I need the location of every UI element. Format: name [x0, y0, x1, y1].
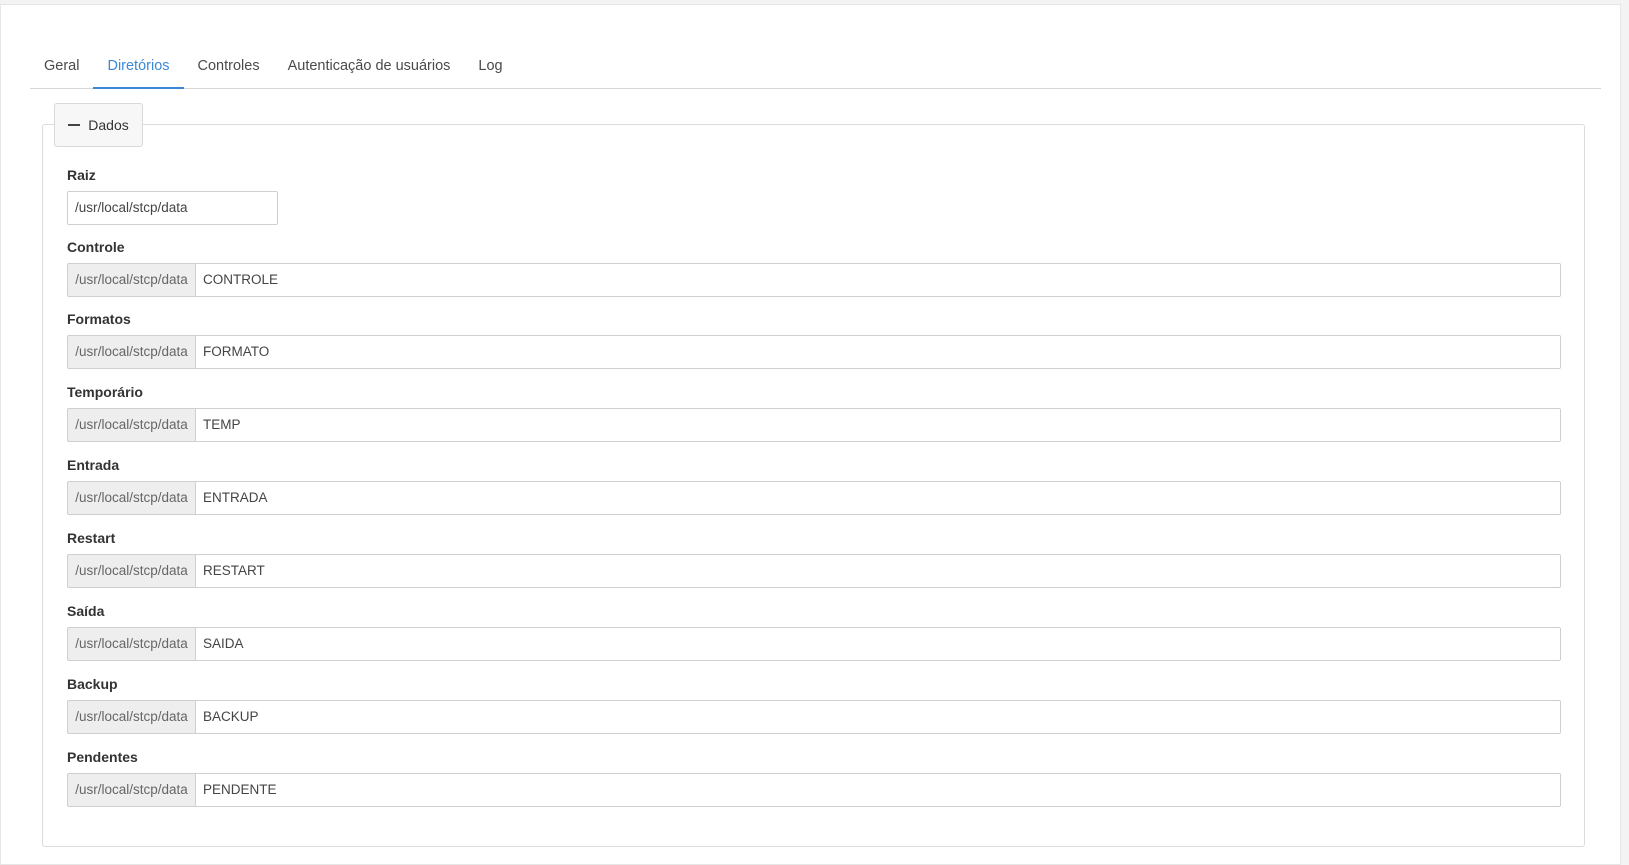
section-title: Dados	[88, 117, 129, 133]
temporario-input[interactable]: TEMP	[195, 408, 1561, 442]
field-label-pendentes: Pendentes	[67, 749, 138, 765]
path-prefix: /usr/local/stcp/data	[67, 481, 195, 515]
field-label-temporario: Temporário	[67, 384, 143, 400]
root-input[interactable]: /usr/local/stcp/data	[67, 191, 278, 225]
path-prefix: /usr/local/stcp/data	[67, 773, 195, 807]
input-group-pendentes: /usr/local/stcp/data PENDENTE	[67, 773, 1561, 807]
path-prefix: /usr/local/stcp/data	[67, 627, 195, 661]
entrada-input[interactable]: ENTRADA	[195, 481, 1561, 515]
input-group-backup: /usr/local/stcp/data BACKUP	[67, 700, 1561, 734]
path-prefix: /usr/local/stcp/data	[67, 554, 195, 588]
path-prefix: /usr/local/stcp/data	[67, 700, 195, 734]
tab-controles[interactable]: Controles	[184, 44, 274, 88]
saida-input[interactable]: SAIDA	[195, 627, 1561, 661]
restart-input[interactable]: RESTART	[195, 554, 1561, 588]
field-label-restart: Restart	[67, 530, 116, 546]
input-group-saida: /usr/local/stcp/data SAIDA	[67, 627, 1561, 661]
field-label-controle: Controle	[67, 239, 125, 255]
tab-autenticacao-usuarios[interactable]: Autenticação de usuários	[274, 44, 465, 88]
root-label: Raiz	[67, 167, 96, 183]
tab-geral[interactable]: Geral	[30, 44, 93, 88]
path-prefix: /usr/local/stcp/data	[67, 408, 195, 442]
controle-input[interactable]: CONTROLE	[195, 263, 1561, 297]
path-prefix: /usr/local/stcp/data	[67, 263, 195, 297]
input-group-temporario: /usr/local/stcp/data TEMP	[67, 408, 1561, 442]
field-label-backup: Backup	[67, 676, 118, 692]
minus-icon	[68, 124, 81, 126]
input-group-entrada: /usr/local/stcp/data ENTRADA	[67, 481, 1561, 515]
field-label-formatos: Formatos	[67, 311, 131, 327]
tab-diretorios[interactable]: Diretórios	[93, 44, 184, 89]
formatos-input[interactable]: FORMATO	[195, 335, 1561, 369]
input-group-controle: /usr/local/stcp/data CONTROLE	[67, 263, 1561, 297]
field-label-entrada: Entrada	[67, 457, 120, 473]
backup-input[interactable]: BACKUP	[195, 700, 1561, 734]
pendentes-input[interactable]: PENDENTE	[195, 773, 1561, 807]
input-group-formatos: /usr/local/stcp/data FORMATO	[67, 335, 1561, 369]
field-label-saida: Saída	[67, 603, 105, 619]
dados-collapse-button[interactable]: Dados	[54, 103, 143, 147]
tab-log[interactable]: Log	[464, 44, 516, 88]
input-group-restart: /usr/local/stcp/data RESTART	[67, 554, 1561, 588]
tab-bar: Geral Diretórios Controles Autenticação …	[30, 44, 1601, 89]
path-prefix: /usr/local/stcp/data	[67, 335, 195, 369]
